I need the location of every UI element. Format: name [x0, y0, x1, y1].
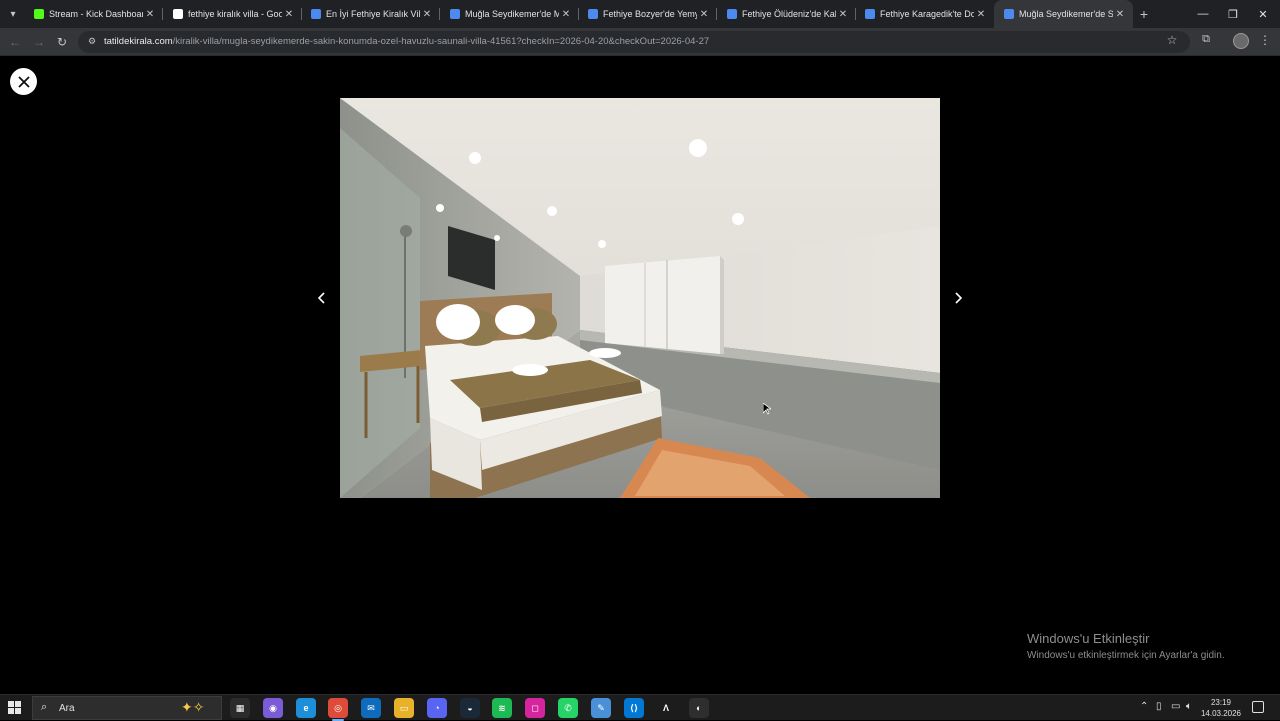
chrome-icon[interactable]: ◎ [328, 698, 348, 721]
tab-favicon-icon [173, 9, 183, 19]
taskbar-search-box[interactable]: ⌕ Ara ✦✧ [32, 696, 222, 720]
restore-icon[interactable]: ❐ [1218, 0, 1248, 28]
tab-favicon-icon [727, 9, 737, 19]
tab-title: Fethiye Ölüdeniz'de Kalat [742, 9, 836, 19]
close-button[interactable] [10, 68, 37, 95]
tray-device-icon[interactable]: ▯ [1156, 701, 1162, 712]
tab-close-icon[interactable]: ✕ [697, 9, 711, 20]
browser-tab[interactable]: Fethiye Ölüdeniz'de Kalat ✕ [717, 0, 856, 28]
url-text[interactable]: tatildekirala.com/kiralik-villa/mugla-se… [104, 36, 709, 47]
notification-icon[interactable] [1252, 701, 1264, 713]
taskbar-clock[interactable]: 23:19 14.03.2026 [1200, 697, 1242, 719]
address-bar[interactable]: ⚙ tatildekirala.com/kiralik-villa/mugla-… [78, 31, 1190, 53]
browser-tab[interactable]: Fethiye Karagedik'te Doğ ✕ [855, 0, 994, 28]
clock-date: 14.03.2026 [1200, 709, 1242, 718]
file-explorer-icon[interactable]: ▭ [394, 698, 414, 718]
edge-icon[interactable]: e [296, 698, 316, 718]
tab-favicon-icon [865, 9, 875, 19]
tab-title: Fethiye Karagedik'te Doğ [880, 9, 974, 19]
tab-close-icon[interactable]: ✕ [559, 9, 573, 20]
next-image-button[interactable] [948, 287, 968, 309]
bookmark-star-icon[interactable]: ☆ [1164, 33, 1180, 49]
close-icon [17, 75, 30, 88]
outlook-icon[interactable]: ✉ [361, 698, 381, 718]
forward-icon[interactable]: → [30, 33, 48, 51]
browser-tab[interactable]: En İyi Fethiye Kiralık Villa ✕ [301, 0, 440, 28]
tab-title: Muğla Seydikemer'de Sak [1019, 9, 1113, 19]
back-icon[interactable]: ← [6, 33, 24, 51]
taskbar: ⌕ Ara ✦✧ ▦ ◉ e ◎ ✉ ▭ ◔ ◒ ≋ ◻ ✆ ✎ ⟨⟩ Λ ◐ ⌃ ▯ ▭ 🔈︎ 23:19… [0, 694, 1280, 721]
url-host: tatildekirala.com [104, 36, 173, 47]
tab-close-icon[interactable]: ✕ [420, 9, 434, 20]
sparkle-icon: ✦✧ [181, 699, 205, 715]
url-path: /kiralik-villa/mugla-seydikemerde-sakin-… [172, 36, 710, 47]
notepad-icon[interactable]: ✎ [591, 698, 611, 718]
task-view-icon[interactable]: ▦ [230, 698, 250, 718]
search-placeholder: Ara [59, 703, 75, 714]
browser-menu-icon[interactable]: ⋮ [1258, 33, 1272, 49]
tab-close-icon[interactable]: ✕ [282, 9, 296, 20]
tab-title: Muğla Seydikemer'de Mu [465, 9, 559, 19]
volume-icon[interactable]: 🔈︎ [1186, 701, 1192, 712]
new-tab-button[interactable]: + [1135, 5, 1153, 23]
tab-title: Fethiye Bozyer'de Yemyeş [603, 9, 697, 19]
instagram-icon[interactable]: ◻ [525, 698, 545, 718]
image-lightbox: Windows'u Etkinleştir Windows'u etkinleş… [0, 57, 1280, 694]
watermark-subtitle: Windows'u etkinleştirmek için Ayarlar'a … [1027, 650, 1225, 661]
browser-tab[interactable]: fethiye kiralık villa - Goog ✕ [163, 0, 302, 28]
arc-app-icon[interactable]: Λ [656, 698, 676, 718]
tab-favicon-icon [1004, 9, 1014, 19]
browser-toolbar: ← → ↻ ⚙ tatildekirala.com/kiralik-villa/… [0, 28, 1280, 56]
minimize-icon[interactable]: — [1188, 0, 1218, 28]
site-info-icon[interactable]: ⚙ [86, 36, 98, 48]
tab-close-icon[interactable]: ✕ [974, 9, 988, 20]
window-close-icon[interactable]: ✕ [1248, 0, 1278, 28]
tab-search-icon[interactable]: ▾ [4, 5, 22, 23]
browser-tab[interactable]: Fethiye Bozyer'de Yemyeş✕ [578, 0, 717, 28]
tab-favicon-icon [450, 9, 460, 19]
browser-tab[interactable]: Muğla Seydikemer'de Sak ✕ [994, 0, 1133, 28]
previous-image-button[interactable] [312, 287, 332, 309]
tab-favicon-icon [311, 9, 321, 19]
reload-icon[interactable]: ↻ [53, 33, 71, 51]
tab-close-icon[interactable]: ✕ [836, 9, 850, 20]
browser-tab[interactable]: Muğla Seydikemer'de Mu ✕ [440, 0, 579, 28]
tab-title: fethiye kiralık villa - Goog [188, 9, 282, 19]
tab-title: En İyi Fethiye Kiralık Villa [326, 9, 420, 19]
villa-bedroom-photo [340, 98, 940, 498]
chevron-right-icon [955, 292, 962, 304]
obs-icon[interactable]: ◐ [689, 698, 709, 718]
vscode-icon[interactable]: ⟨⟩ [624, 698, 644, 718]
chevron-left-icon [318, 292, 325, 304]
tab-close-icon[interactable]: ✕ [143, 9, 157, 20]
tray-overflow-icon[interactable]: ⌃ [1140, 701, 1148, 712]
tab-title: Stream - Kick Dashboard [49, 9, 143, 19]
windows-start-icon[interactable] [8, 701, 22, 715]
mouse-cursor-icon [763, 403, 771, 415]
extensions-icon[interactable]: ⧉ [1198, 33, 1214, 49]
clock-time: 23:19 [1210, 698, 1232, 707]
watermark-title: Windows'u Etkinleştir [1027, 631, 1150, 646]
tab-favicon-icon [588, 9, 598, 19]
whatsapp-icon[interactable]: ✆ [558, 698, 578, 718]
tab-favicon-icon [34, 9, 44, 19]
profile-avatar[interactable] [1233, 33, 1249, 49]
search-icon: ⌕ [41, 701, 48, 713]
discord-icon[interactable]: ◔ [427, 698, 447, 718]
copilot-icon[interactable]: ◉ [263, 698, 283, 718]
steam-icon[interactable]: ◒ [460, 698, 480, 718]
windows-activation-watermark: Windows'u Etkinleştir Windows'u etkinleş… [1027, 631, 1225, 661]
network-icon[interactable]: ▭ [1171, 701, 1180, 712]
tab-close-icon[interactable]: ✕ [1113, 9, 1127, 20]
tab-strip: ▾ Stream - Kick Dashboard ✕ fethiye kiralı… [0, 0, 1280, 28]
spotify-icon[interactable]: ≋ [492, 698, 512, 718]
browser-tab[interactable]: Stream - Kick Dashboard ✕ [24, 0, 163, 28]
